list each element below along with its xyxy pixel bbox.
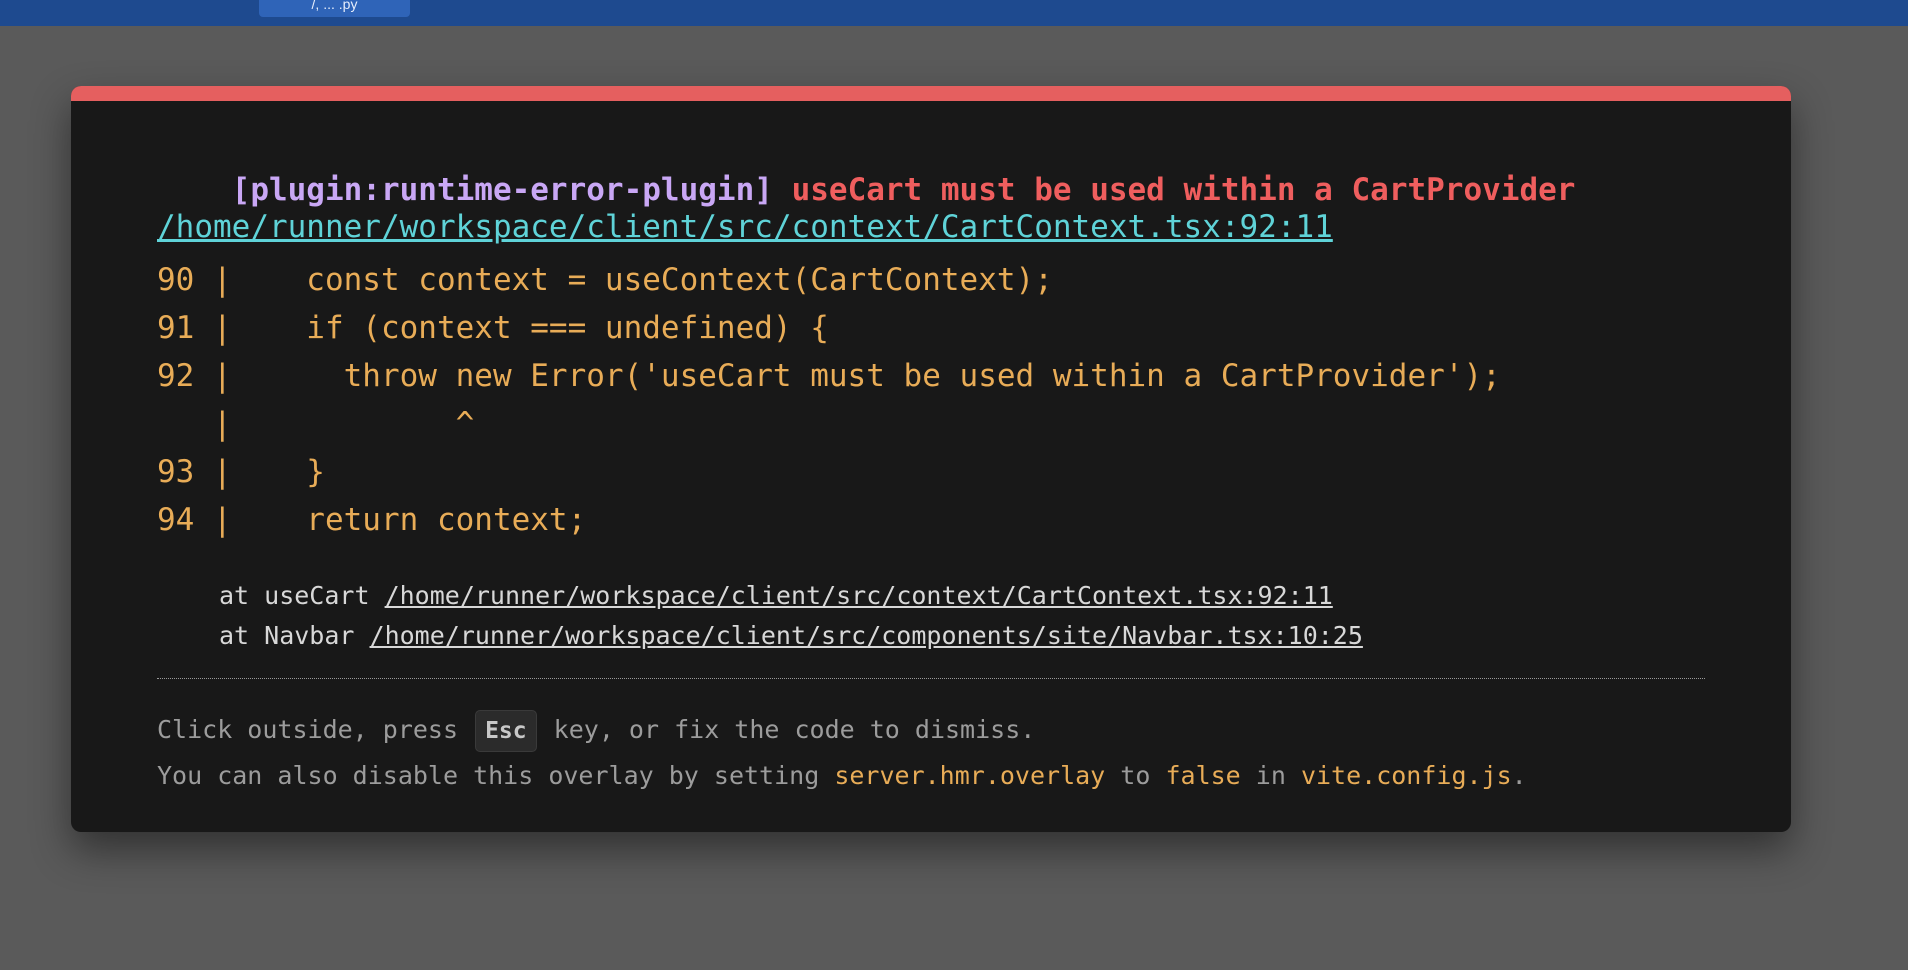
error-overlay: [plugin:runtime-error-plugin] useCart mu… [71, 86, 1791, 832]
config-key: server.hmr.overlay [834, 761, 1106, 790]
dismiss-tip: Click outside, press Esc key, or fix the… [157, 707, 1035, 753]
error-text: useCart must be used within a CartProvid… [791, 172, 1576, 209]
stack-line: at useCart /home/runner/workspace/client… [219, 576, 1363, 616]
divider [157, 678, 1705, 679]
config-value: false [1165, 761, 1241, 790]
config-file: vite.config.js [1300, 761, 1512, 790]
code-frame: 90 | const context = useContext(CartCont… [157, 256, 1501, 544]
tip-text: . [1511, 761, 1527, 790]
stack-trace: at useCart /home/runner/workspace/client… [219, 576, 1363, 656]
code-line: 91 | if (context === undefined) { [157, 310, 829, 346]
browser-top-bar: /, ... .py [0, 0, 1908, 26]
code-line-error: 92 | throw new Error('useCart must be us… [157, 358, 1501, 394]
top-tab[interactable]: /, ... .py [259, 0, 410, 17]
stack-location-link[interactable]: /home/runner/workspace/client/src/contex… [385, 581, 1333, 610]
disable-tip: You can also disable this overlay by set… [157, 753, 1527, 799]
tip-text: in [1240, 761, 1301, 790]
code-caret-line: | ^ [157, 406, 475, 442]
code-line: 90 | const context = useContext(CartCont… [157, 262, 1053, 298]
stack-location-link[interactable]: /home/runner/workspace/client/src/compon… [370, 621, 1363, 650]
code-line: 93 | } [157, 454, 325, 490]
stack-prefix: at useCart [219, 581, 385, 610]
stack-line: at Navbar /home/runner/workspace/client/… [219, 616, 1363, 656]
tip-text: Click outside, press [157, 715, 474, 744]
overlay-accent-bar [71, 86, 1791, 101]
code-line: 94 | return context; [157, 502, 587, 538]
tip-text: You can also disable this overlay by set… [157, 761, 835, 790]
plugin-name: [plugin:runtime-error-plugin] [231, 172, 773, 209]
stack-prefix: at Navbar [219, 621, 370, 650]
tip-text: to [1105, 761, 1166, 790]
error-file-link[interactable]: /home/runner/workspace/client/src/contex… [157, 209, 1333, 246]
tip-text: key, or fix the code to dismiss. [538, 715, 1036, 744]
esc-key: Esc [475, 710, 537, 752]
